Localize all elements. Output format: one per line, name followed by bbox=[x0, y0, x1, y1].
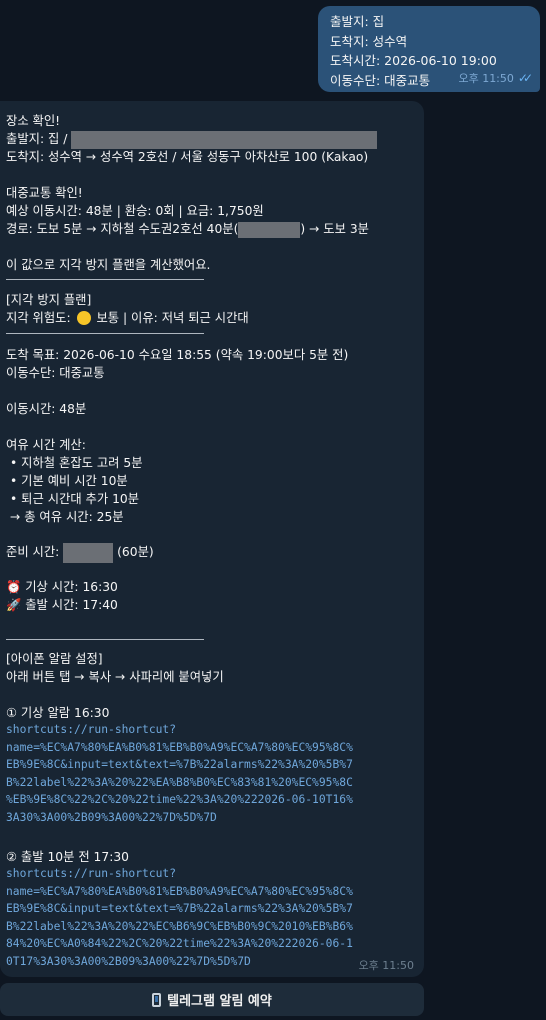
divider bbox=[6, 279, 204, 280]
origin-prefix: 출발지: 집 / bbox=[6, 132, 72, 146]
alarm1-label: ① 기상 알람 16:30 bbox=[6, 706, 110, 720]
transport-line: 이동수단: 대중교통 bbox=[6, 366, 105, 380]
alarm2-label: ② 출발 10분 전 17:30 bbox=[6, 850, 129, 864]
wake-line: ⏰ 기상 시간: 16:30 bbox=[6, 577, 118, 595]
prep-line: 준비 시간: (60분) bbox=[6, 542, 154, 563]
message-time: 오후 11:50 bbox=[458, 71, 514, 85]
destination-line: 도착지: 성수역 → 성수역 2호선 / 서울 성동구 아차산로 100 (Ka… bbox=[6, 150, 369, 164]
transit-summary: 예상 이동시간: 48분 | 환승: 0회 | 요금: 1,750원 bbox=[6, 204, 264, 218]
route-suffix: ) → 도보 3분 bbox=[300, 222, 369, 236]
buffer-item: • 퇴근 시간대 추가 10분 bbox=[10, 492, 140, 506]
divider bbox=[6, 333, 204, 334]
mobile-phone-icon bbox=[152, 992, 162, 1007]
buffer-title: 여유 시간 계산: bbox=[6, 438, 86, 452]
buffer-total: → 총 여유 시간: 25분 bbox=[10, 510, 124, 524]
risk-prefix: 지각 위험도: bbox=[6, 311, 75, 325]
double-check-icon: ✓✓ bbox=[517, 70, 533, 85]
divider bbox=[6, 639, 204, 640]
wake-time: 기상 시간: 16:30 bbox=[25, 580, 118, 594]
alarm-clock-icon: ⏰ bbox=[6, 580, 22, 594]
risk-suffix: 보통 | 이유: 저녁 퇴근 시간대 bbox=[92, 311, 249, 325]
buffer-item: • 지하철 혼잡도 고려 5분 bbox=[10, 456, 143, 470]
origin-line: 출발지: 집 / bbox=[6, 129, 378, 149]
depart-line: 🚀 출발 시간: 17:40 bbox=[6, 595, 118, 613]
route-line: 경로: 도보 5분 → 지하철 수도권2호선 40분( ) → 도보 3분 bbox=[6, 219, 369, 238]
redacted-address bbox=[71, 130, 378, 149]
alarm2-link[interactable]: shortcuts://run-shortcut? name=%EC%A7%80… bbox=[6, 865, 416, 970]
calc-note: 이 값으로 지각 방지 플랜을 계산했어요. bbox=[6, 258, 211, 272]
depart-time: 출발 시간: 17:40 bbox=[25, 598, 118, 612]
redacted-route bbox=[238, 221, 301, 238]
telegram-alarm-label: 텔레그램 알림 예약 bbox=[167, 994, 272, 1009]
redacted-prep bbox=[63, 542, 114, 563]
plan-title: [지각 방지 플랜] bbox=[6, 293, 92, 307]
transit-title: 대중교통 확인! bbox=[6, 186, 83, 200]
msg-origin: 출발지: 집 bbox=[330, 14, 385, 29]
rocket-icon: 🚀 bbox=[6, 598, 22, 612]
prep-prefix: 준비 시간: bbox=[6, 545, 64, 559]
alarm1-link[interactable]: shortcuts://run-shortcut? name=%EC%A7%80… bbox=[6, 721, 416, 826]
travel-time: 이동시간: 48분 bbox=[6, 402, 87, 416]
alarm-title: [아이폰 알람 설정] bbox=[6, 652, 103, 666]
header-text: 장소 확인! bbox=[6, 114, 61, 128]
alarm-instruction: 아래 버튼 탭 → 복사 → 사파리에 붙여넣기 bbox=[6, 670, 224, 684]
incoming-message[interactable]: 장소 확인! 출발지: 집 / 도착지: 성수역 → 성수역 2호선 / 서울 … bbox=[0, 101, 424, 977]
buffer-item: • 기본 예비 시간 10분 bbox=[10, 474, 128, 488]
message-time: 오후 11:50 bbox=[358, 959, 414, 972]
yellow-circle-icon bbox=[76, 311, 91, 325]
route-prefix: 경로: 도보 5분 → 지하철 수도권2호선 40분( bbox=[6, 222, 239, 236]
prep-suffix: (60분) bbox=[113, 545, 154, 559]
arrival-goal: 도착 목표: 2026-06-10 수요일 18:55 (약속 19:00보다 … bbox=[6, 348, 349, 362]
risk-line: 지각 위험도: 보통 | 이유: 저녁 퇴근 시간대 bbox=[6, 308, 249, 326]
msg-destination: 도착지: 성수역 bbox=[330, 33, 408, 49]
message-meta: 오후 11:50 ✓✓ bbox=[458, 69, 533, 89]
telegram-alarm-button[interactable]: 텔레그램 알림 예약 bbox=[0, 983, 424, 1016]
outgoing-message[interactable]: 출발지: 집 도착지: 성수역 도착시간: 2026-06-10 19:00 이… bbox=[318, 6, 540, 92]
